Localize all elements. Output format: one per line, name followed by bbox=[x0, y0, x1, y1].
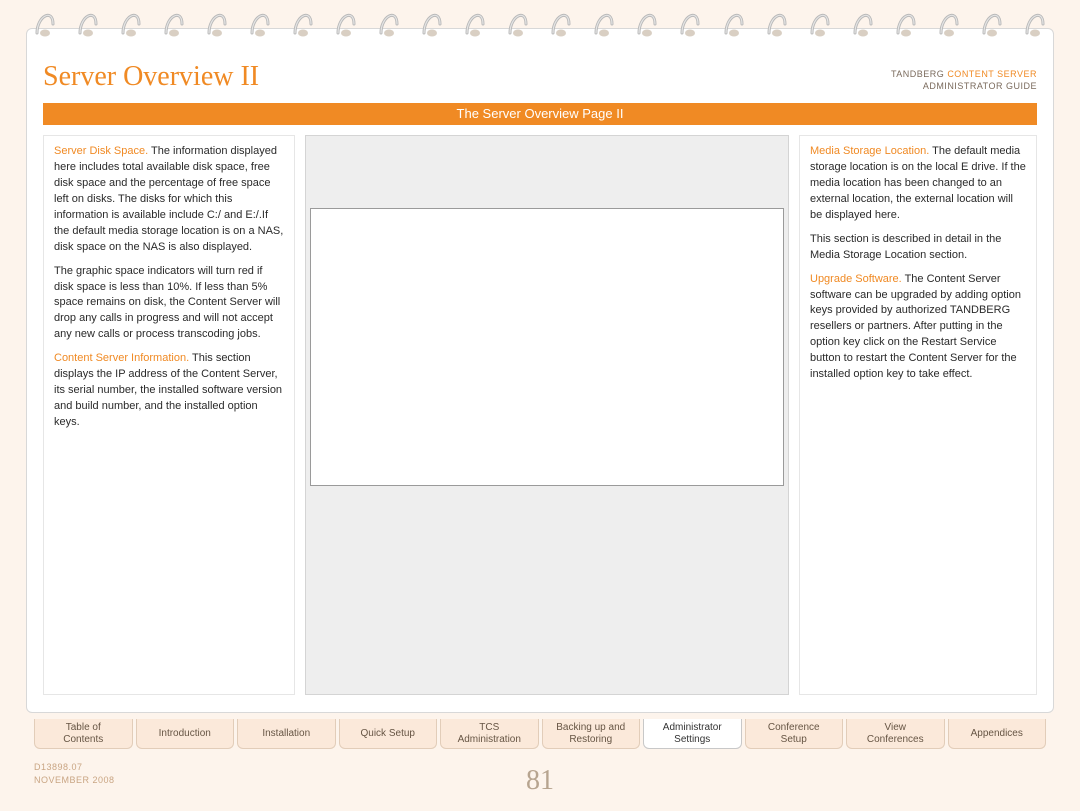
spiral-ring-icon bbox=[546, 6, 576, 46]
tab-backing-up-and-restoring[interactable]: Backing up andRestoring bbox=[542, 719, 641, 749]
spiral-ring-icon bbox=[460, 6, 490, 46]
disk-space-text: The information displayed here includes … bbox=[54, 145, 283, 253]
tab-view-conferences[interactable]: ViewConferences bbox=[846, 719, 945, 749]
tab-quick-setup[interactable]: Quick Setup bbox=[339, 719, 438, 749]
screenshot-panel bbox=[305, 135, 789, 695]
section-heading-bar: The Server Overview Page II bbox=[43, 103, 1037, 125]
spiral-ring-icon bbox=[202, 6, 232, 46]
brand-product: CONTENT SERVER bbox=[947, 69, 1037, 79]
media-storage-note: This section is described in detail in t… bbox=[810, 232, 1026, 264]
spiral-ring-icon bbox=[589, 6, 619, 46]
spiral-ring-icon bbox=[805, 6, 835, 46]
tab-installation[interactable]: Installation bbox=[237, 719, 336, 749]
media-storage-label: Media Storage Location. bbox=[810, 145, 929, 157]
tab-introduction[interactable]: Introduction bbox=[136, 719, 235, 749]
brand-subtitle: ADMINISTRATOR GUIDE bbox=[891, 80, 1037, 93]
left-column: Server Disk Space. The information displ… bbox=[43, 135, 295, 695]
spiral-ring-icon bbox=[675, 6, 705, 46]
spiral-ring-icon bbox=[245, 6, 275, 46]
upgrade-software-text: The Content Server software can be upgra… bbox=[810, 273, 1021, 381]
spiral-ring-icon bbox=[159, 6, 189, 46]
spiral-ring-icon bbox=[719, 6, 749, 46]
spiral-ring-icon bbox=[891, 6, 921, 46]
spiral-ring-icon bbox=[632, 6, 662, 46]
spiral-ring-icon bbox=[30, 6, 60, 46]
spiral-ring-icon bbox=[1020, 6, 1050, 46]
disk-space-warning-text: The graphic space indicators will turn r… bbox=[54, 264, 284, 344]
page-footer: D13898.07 NOVEMBER 2008 81 bbox=[34, 761, 1046, 801]
tab-administrator-settings[interactable]: AdministratorSettings bbox=[643, 719, 742, 749]
spiral-ring-icon bbox=[977, 6, 1007, 46]
tab-appendices[interactable]: Appendices bbox=[948, 719, 1047, 749]
spiral-ring-icon bbox=[374, 6, 404, 46]
page-title: Server Overview II bbox=[43, 61, 259, 93]
disk-space-label: Server Disk Space. bbox=[54, 145, 148, 157]
screenshot-placeholder bbox=[310, 208, 784, 486]
right-column: Media Storage Location. The default medi… bbox=[799, 135, 1037, 695]
spiral-ring-icon bbox=[848, 6, 878, 46]
document-page: Server Overview II TANDBERG CONTENT SERV… bbox=[26, 28, 1054, 713]
brand-block: TANDBERG CONTENT SERVER ADMINISTRATOR GU… bbox=[891, 68, 1037, 93]
spiral-ring-icon bbox=[762, 6, 792, 46]
brand-name: TANDBERG bbox=[891, 69, 947, 79]
spiral-ring-icon bbox=[417, 6, 447, 46]
spiral-ring-icon bbox=[116, 6, 146, 46]
spiral-ring-icon bbox=[288, 6, 318, 46]
upgrade-software-label: Upgrade Software. bbox=[810, 273, 902, 285]
spiral-ring-icon bbox=[934, 6, 964, 46]
tab-table-of-contents[interactable]: Table ofContents bbox=[34, 719, 133, 749]
tab-conference-setup[interactable]: ConferenceSetup bbox=[745, 719, 844, 749]
nav-tabs: Table ofContentsIntroductionInstallation… bbox=[34, 719, 1046, 749]
spiral-ring-icon bbox=[331, 6, 361, 46]
content-server-info-label: Content Server Information. bbox=[54, 352, 189, 364]
spiral-ring-icon bbox=[73, 6, 103, 46]
spiral-binding bbox=[30, 6, 1050, 46]
tab-tcs-administration[interactable]: TCSAdministration bbox=[440, 719, 539, 749]
spiral-ring-icon bbox=[503, 6, 533, 46]
page-number: 81 bbox=[526, 765, 554, 797]
